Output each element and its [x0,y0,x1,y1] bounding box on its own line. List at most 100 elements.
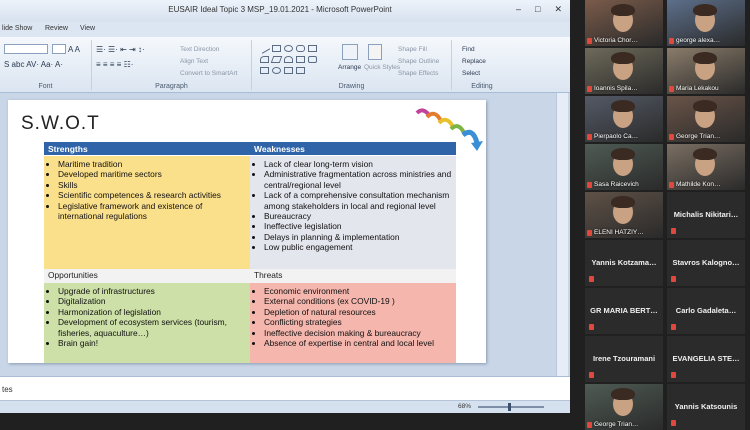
participant-tile[interactable]: Stavros Kalogno… [667,240,745,286]
participant-tile[interactable]: Victoria Chor… [585,0,663,46]
tab-review[interactable]: Review [45,25,68,32]
participant-tile[interactable]: Michalis Nikitari… [667,192,745,238]
participant-tile[interactable]: Irene Tzouramani [585,336,663,382]
participant-tile[interactable]: EVANGELIA STE… [667,336,745,382]
participant-tile[interactable]: Sasa Raicevich [585,144,663,190]
shapes-gallery[interactable] [258,43,332,77]
tab-slide-show[interactable]: lide Show [2,25,32,32]
more-shapes-icon[interactable] [296,67,305,74]
strengths-item: Scientific competences & research activi… [58,190,250,200]
format-icons[interactable]: S abc AV· Aa· A· [4,60,63,69]
muted-mic-icon [589,372,594,378]
window-controls: – □ ✕ [516,4,562,15]
text-direction-button[interactable]: Text Direction [180,46,219,53]
tab-view[interactable]: View [80,25,95,32]
brace-shape-icon[interactable] [272,67,281,74]
drawing-group-label: Drawing [338,83,365,90]
zoom-slider[interactable] [478,403,544,411]
participant-tile[interactable]: Carlo Gadaleta… [667,288,745,334]
parallelogram-icon[interactable] [270,56,283,63]
weaknesses-header: Weaknesses [250,142,456,155]
strengths-item: Skills [58,180,250,190]
arrow-head [471,141,483,151]
rounded-rect-icon[interactable] [296,45,305,52]
participant-tile[interactable]: George Trian… [667,96,745,142]
paragraph-group-label: Paragraph [155,83,188,90]
participant-tile[interactable]: Yannis Katsounis [667,384,745,430]
font-name-box[interactable] [4,44,48,54]
participant-hair [693,100,717,112]
threats-item: Ineffective decision making & bureaucrac… [264,328,456,338]
zoom-level[interactable]: 68% [458,403,471,410]
opportunities-item: Harmonization of legislation [58,307,250,317]
participant-tile[interactable]: Pierpaolo Ca… [585,96,663,142]
replace-button[interactable]: Replace [462,58,486,65]
list-icons[interactable]: ☰· ☰· ⇤ ⇥ ↕· [96,45,145,54]
select-button[interactable]: Select [462,70,480,77]
close-button[interactable]: ✕ [554,4,562,15]
vertical-scrollbar[interactable] [556,93,568,376]
participant-tile[interactable]: ELENI HATZIY… [585,192,663,238]
textbox-shape-icon[interactable] [308,45,317,52]
participant-hair [611,52,635,64]
oval-shape-icon[interactable] [284,45,293,52]
participant-tile[interactable]: Mathilde Kon… [667,144,745,190]
slide-title: S.W.O.T [21,113,100,134]
participant-tile[interactable]: George Trian… [585,384,663,430]
curve-shape-icon[interactable] [284,56,293,63]
shape-outline-button[interactable]: Shape Outline [398,58,439,65]
status-bar: 68% [0,400,570,413]
muted-mic-icon [671,420,676,426]
participant-hair [693,148,717,160]
zoom-slider-knob[interactable] [508,403,511,411]
shape-effects-button[interactable]: Shape Effects [398,70,438,77]
muted-mic-icon [587,230,592,236]
find-button[interactable]: Find [462,46,475,53]
threats-item: Economic environment [264,286,456,296]
minimize-button[interactable]: – [516,4,521,15]
quick-styles-icon[interactable] [368,44,382,60]
participant-name: George Trian… [676,133,721,140]
notes-pane[interactable]: tes [0,376,570,400]
quick-styles-button[interactable]: Quick Styles [364,64,400,71]
slide-editing-area: S.W.O.T Strengths Weaknesses Maritime tr… [0,93,570,376]
weaknesses-item: Low public engagement [264,242,456,252]
line-shape-icon[interactable] [258,43,271,54]
strengths-header: Strengths [44,142,250,155]
font-size-box[interactable] [52,44,66,54]
weaknesses-item: Ineffective legislation [264,221,456,231]
arrange-button[interactable]: Arrange [338,64,361,71]
participant-hair [611,148,635,160]
participant-tile[interactable]: george alexa… [667,0,745,46]
ribbon-tabs: lide Show Review View [0,22,570,37]
threats-item: Absence of expertise in central and loca… [264,338,456,348]
participant-hair [611,4,635,16]
orange-arrow [425,111,443,122]
grow-font-icon[interactable]: A A [68,45,80,54]
editing-group-label: Editing [471,83,493,90]
powerpoint-window: EUSAIR Ideal Topic 3 MSP_19.01.2021 - Mi… [0,0,570,413]
align-icons[interactable]: ≡ ≡ ≡ ≡ ☷· [96,60,133,69]
maximize-button[interactable]: □ [535,4,540,15]
threats-item: Depletion of natural resources [264,307,456,317]
participant-hair [611,100,635,112]
align-text-button[interactable]: Align Text [180,58,208,65]
star-shape-icon[interactable] [308,56,317,63]
participant-tile[interactable]: Yannis Kotzama… [585,240,663,286]
muted-mic-icon [589,276,594,282]
bracket-shape-icon[interactable] [260,67,269,74]
threats-cell: Economic environmentExternal conditions … [250,283,456,363]
callout-shape-icon[interactable] [284,67,293,74]
shape-fill-button[interactable]: Shape Fill [398,46,427,53]
participant-name: Maria Lekakou [676,85,719,92]
arrow-shape-icon[interactable] [296,56,305,63]
participant-tile[interactable]: Ioannis Spila… [585,48,663,94]
arrange-icon[interactable] [342,44,358,60]
slide[interactable]: S.W.O.T Strengths Weaknesses Maritime tr… [8,100,486,363]
participant-name: Mathilde Kon… [676,181,721,188]
participant-tile[interactable]: Maria Lekakou [667,48,745,94]
arc-shape-icon[interactable] [260,56,269,63]
rectangle-shape-icon[interactable] [272,45,281,52]
convert-smartart-button[interactable]: Convert to SmartArt [180,70,237,77]
participant-tile[interactable]: GR MARIA BERT… [585,288,663,334]
